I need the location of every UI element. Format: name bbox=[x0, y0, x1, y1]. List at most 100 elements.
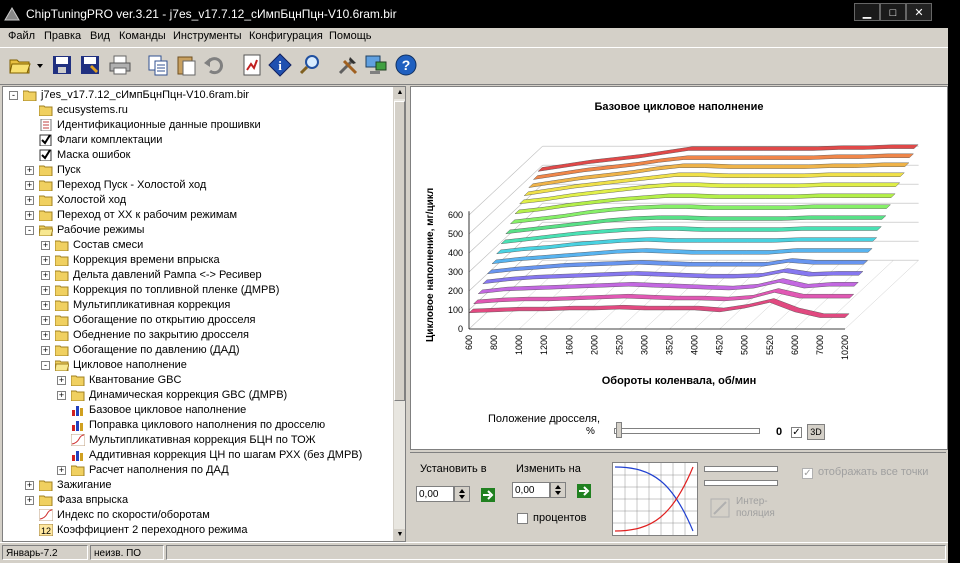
scroll-up-icon[interactable]: ▲ bbox=[394, 87, 405, 99]
expand-icon[interactable]: + bbox=[41, 316, 50, 325]
folder-icon bbox=[55, 239, 69, 251]
save-as-icon[interactable] bbox=[78, 53, 102, 77]
expand-icon[interactable]: + bbox=[25, 481, 34, 490]
expand-icon[interactable]: + bbox=[41, 346, 50, 355]
checksum-icon[interactable] bbox=[240, 53, 264, 77]
paste-icon[interactable] bbox=[174, 53, 198, 77]
undo-icon[interactable] bbox=[202, 53, 226, 77]
grid-line bbox=[844, 260, 919, 330]
status-software: неизв. ПО bbox=[90, 545, 164, 560]
folder-icon bbox=[71, 374, 85, 386]
z-tick-label: 100 bbox=[448, 305, 463, 315]
minimize-button[interactable]: ▁ bbox=[854, 3, 880, 21]
expand-icon[interactable]: + bbox=[25, 166, 34, 175]
expand-icon[interactable]: + bbox=[25, 496, 34, 505]
x-tick-label: 2520 bbox=[614, 335, 624, 355]
tools-icon[interactable] bbox=[336, 53, 360, 77]
surface-band bbox=[482, 268, 864, 285]
tree-item-label: Зажигание bbox=[57, 479, 112, 491]
expand-icon[interactable]: + bbox=[25, 181, 34, 190]
scroll-down-icon[interactable]: ▼ bbox=[394, 529, 405, 541]
menu-configuration[interactable]: Конфигурация bbox=[249, 30, 323, 42]
throttle-slider-thumb[interactable] bbox=[616, 422, 622, 438]
menu-view[interactable]: Вид bbox=[90, 30, 110, 42]
3d-button[interactable]: 3D bbox=[807, 424, 825, 440]
expand-icon[interactable]: + bbox=[25, 196, 34, 205]
x-tick-label: 2000 bbox=[589, 335, 599, 355]
copy-icon[interactable] bbox=[146, 53, 170, 77]
tree-item-label: Динамическая коррекция GBC (ДМРВ) bbox=[89, 389, 288, 401]
tree-item-label: Поправка циклового наполнения по дроссел… bbox=[89, 419, 326, 431]
surface-chart[interactable]: 0 100 200 300 400 500 600 600 800 1000 1200 1600 200… bbox=[411, 87, 947, 387]
throttle-slider-track[interactable] bbox=[614, 428, 760, 434]
folder-icon bbox=[55, 269, 69, 281]
percent-checkbox[interactable] bbox=[517, 513, 528, 524]
info-icon[interactable]: i bbox=[268, 53, 292, 77]
expand-icon[interactable]: + bbox=[41, 286, 50, 295]
folder-icon bbox=[55, 329, 69, 341]
tree-view[interactable]: - j7es_v17.7.12_сИмпБцнПцн-V10.6ram.bir … bbox=[2, 86, 406, 542]
curve-icon bbox=[39, 509, 53, 521]
collapse-icon[interactable]: - bbox=[9, 91, 18, 100]
tree-item-label: Фаза впрыска bbox=[57, 494, 129, 506]
menu-help[interactable]: Помощь bbox=[329, 30, 372, 42]
collapse-icon[interactable]: - bbox=[41, 361, 50, 370]
change-label: Изменить на bbox=[516, 463, 581, 475]
menu-edit[interactable]: Правка bbox=[44, 30, 81, 42]
change-apply-icon[interactable] bbox=[576, 483, 592, 499]
folder-icon bbox=[55, 344, 69, 356]
search-icon[interactable] bbox=[298, 53, 322, 77]
curve-slider-2[interactable] bbox=[704, 480, 778, 486]
close-button[interactable]: ✕ bbox=[906, 3, 932, 21]
tree-item-label: Аддитивная коррекция ЦН по шагам РХХ (бе… bbox=[89, 449, 363, 461]
tree-item-label: Дельта давлений Рампа <-> Ресивер bbox=[73, 269, 262, 281]
set-spin-icon[interactable] bbox=[454, 486, 470, 502]
tree-scrollbar[interactable]: ▲ ▼ bbox=[393, 87, 405, 541]
curve-preview[interactable] bbox=[612, 462, 698, 536]
tree-item-label: Обогащение по давлению (ДАД) bbox=[73, 344, 240, 356]
status-empty bbox=[166, 545, 946, 560]
dropdown-arrow-icon[interactable] bbox=[34, 53, 46, 77]
z-tick-label: 200 bbox=[448, 286, 463, 296]
scroll-thumb[interactable] bbox=[394, 101, 405, 401]
show-points-label: отображать все точки bbox=[818, 466, 929, 478]
app-icon bbox=[4, 6, 20, 22]
curve-slider-1[interactable] bbox=[704, 466, 778, 472]
show-points-checkbox[interactable]: ✓ bbox=[802, 468, 813, 479]
menu-commands[interactable]: Команды bbox=[119, 30, 166, 42]
expand-icon[interactable]: + bbox=[57, 391, 66, 400]
set-apply-icon[interactable] bbox=[480, 487, 496, 503]
check-icon bbox=[39, 134, 53, 146]
help-icon[interactable]: ? bbox=[394, 53, 418, 77]
desktop-edge bbox=[948, 0, 960, 562]
change-spin-icon[interactable] bbox=[550, 482, 566, 498]
throttle-unit: % bbox=[586, 426, 595, 437]
expand-icon[interactable]: + bbox=[41, 331, 50, 340]
expand-icon[interactable]: + bbox=[25, 211, 34, 220]
save-icon[interactable] bbox=[50, 53, 74, 77]
menu-bar: Файл Правка Вид Команды Инструменты Конф… bbox=[0, 28, 948, 46]
expand-icon[interactable]: + bbox=[41, 241, 50, 250]
menu-file[interactable]: Файл bbox=[8, 30, 35, 42]
expand-icon[interactable]: + bbox=[57, 376, 66, 385]
3d-checkbox[interactable]: ✓ bbox=[791, 427, 802, 438]
collapse-icon[interactable]: - bbox=[25, 226, 34, 235]
set-value-input[interactable]: 0,00 bbox=[416, 486, 454, 502]
tree-item-label: Цикловое наполнение bbox=[73, 359, 187, 371]
connect-icon[interactable] bbox=[364, 53, 388, 77]
folder-icon bbox=[39, 194, 53, 206]
expand-icon[interactable]: + bbox=[41, 271, 50, 280]
open-icon[interactable] bbox=[8, 53, 32, 77]
expand-icon[interactable]: + bbox=[57, 466, 66, 475]
tree-item-label: Мультипликативная коррекция bbox=[73, 299, 231, 311]
interpolation-button[interactable]: Интер- поляция bbox=[710, 496, 794, 526]
maximize-button[interactable]: □ bbox=[880, 3, 906, 21]
menu-tools[interactable]: Инструменты bbox=[173, 30, 242, 42]
folder-icon bbox=[71, 464, 85, 476]
x-tick-label: 7000 bbox=[815, 335, 825, 355]
change-value-input[interactable]: 0,00 bbox=[512, 482, 550, 498]
expand-icon[interactable]: + bbox=[41, 256, 50, 265]
expand-icon[interactable]: + bbox=[41, 301, 50, 310]
print-icon[interactable] bbox=[108, 53, 132, 77]
chart-icon bbox=[71, 419, 85, 431]
